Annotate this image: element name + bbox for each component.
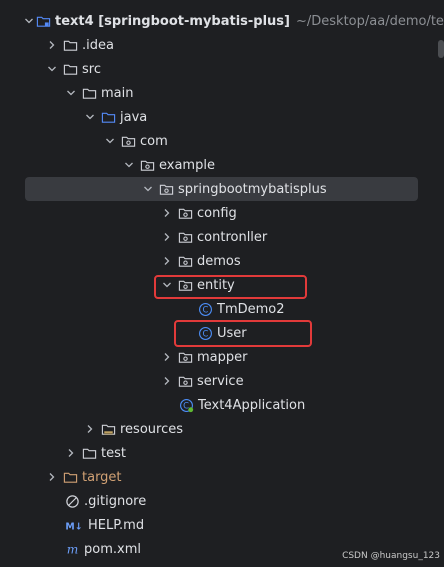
chevron-down-icon[interactable] <box>121 157 137 173</box>
tree-label: com <box>140 133 168 149</box>
tree-item-resources[interactable]: resources <box>0 417 444 441</box>
tree-item-text4application[interactable]: C Text4Application <box>0 393 444 417</box>
tree-label: springbootmybatisplus <box>178 181 327 197</box>
scrollbar-thumb[interactable] <box>438 40 444 58</box>
tree-label: contronller <box>197 229 268 245</box>
package-icon <box>177 229 193 245</box>
chevron-down-icon[interactable] <box>82 109 98 125</box>
tree-item-springbootmybatisplus[interactable]: springbootmybatisplus <box>0 177 444 201</box>
tree-item-idea[interactable]: .idea <box>0 33 444 57</box>
tree-label: target <box>82 469 122 485</box>
chevron-down-icon[interactable] <box>159 277 175 293</box>
tree-item-contronller[interactable]: contronller <box>0 225 444 249</box>
package-icon <box>177 349 193 365</box>
tree-item-com[interactable]: com <box>0 129 444 153</box>
markdown-icon: M↓ <box>64 517 84 533</box>
package-icon <box>158 181 174 197</box>
tree-item-project-root[interactable]: text4 [springboot-mybatis-plus] ~/Deskto… <box>0 9 444 33</box>
tree-item-target[interactable]: target <box>0 465 444 489</box>
tree-label: main <box>101 85 134 101</box>
project-name: text4 [springboot-mybatis-plus] <box>55 13 290 29</box>
module-folder-icon <box>36 13 51 29</box>
resources-folder-icon <box>100 421 116 437</box>
tree-label: Text4Application <box>198 397 306 413</box>
chevron-down-icon[interactable] <box>140 181 156 197</box>
spring-boot-app-icon: C <box>178 397 194 413</box>
tree-label: java <box>120 109 148 125</box>
tree-label: demos <box>197 253 241 269</box>
tree-label: pom.xml <box>84 541 141 557</box>
folder-icon <box>62 61 78 77</box>
folder-icon <box>81 445 97 461</box>
chevron-right-icon[interactable] <box>159 373 175 389</box>
tree-label: example <box>159 157 215 173</box>
tree-label: TmDemo2 <box>217 301 285 317</box>
tree-item-java[interactable]: java <box>0 105 444 129</box>
tree-item-user[interactable]: C User <box>0 321 444 345</box>
package-icon <box>177 277 193 293</box>
chevron-down-icon[interactable] <box>102 133 118 149</box>
package-icon <box>120 133 136 149</box>
folder-icon <box>81 85 97 101</box>
package-icon <box>139 157 155 173</box>
package-icon <box>177 205 193 221</box>
chevron-right-icon[interactable] <box>159 349 175 365</box>
svg-text:M↓: M↓ <box>65 521 82 532</box>
maven-icon: m <box>64 541 80 557</box>
java-class-icon: C <box>197 301 213 317</box>
chevron-right-icon[interactable] <box>159 205 175 221</box>
chevron-right-icon[interactable] <box>44 37 60 53</box>
tree-label: mapper <box>197 349 248 365</box>
chevron-down-icon[interactable] <box>24 13 34 29</box>
chevron-right-icon[interactable] <box>82 421 98 437</box>
chevron-right-icon[interactable] <box>44 469 60 485</box>
ignore-file-icon <box>64 493 80 509</box>
tree-item-help-md[interactable]: M↓ HELP.md <box>0 513 444 537</box>
tree-label: src <box>82 61 101 77</box>
package-icon <box>177 253 193 269</box>
package-icon <box>177 373 193 389</box>
tree-item-src[interactable]: src <box>0 57 444 81</box>
tree-label: config <box>197 205 237 221</box>
tree-item-config[interactable]: config <box>0 201 444 225</box>
svg-text:C: C <box>202 304 208 314</box>
tree-label: User <box>217 325 247 341</box>
tree-item-entity[interactable]: entity <box>0 273 444 297</box>
svg-text:C: C <box>183 400 189 410</box>
chevron-right-icon[interactable] <box>159 229 175 245</box>
tree-item-main[interactable]: main <box>0 81 444 105</box>
source-folder-icon <box>100 109 116 125</box>
chevron-down-icon[interactable] <box>63 85 79 101</box>
svg-text:C: C <box>202 328 208 338</box>
chevron-right-icon[interactable] <box>63 445 79 461</box>
tree-label: .idea <box>82 37 114 53</box>
tree-label: test <box>101 445 126 461</box>
watermark: CSDN @huangsu_123 <box>342 551 440 561</box>
tree-label: resources <box>120 421 184 437</box>
chevron-down-icon[interactable] <box>44 61 60 77</box>
tree-item-example[interactable]: example <box>0 153 444 177</box>
tree-item-demos[interactable]: demos <box>0 249 444 273</box>
tree-label: service <box>197 373 244 389</box>
tree-item-gitignore[interactable]: .gitignore <box>0 489 444 513</box>
tree-item-test[interactable]: test <box>0 441 444 465</box>
tree-label: entity <box>197 277 235 293</box>
svg-text:m: m <box>66 542 78 556</box>
tree-item-mapper[interactable]: mapper <box>0 345 444 369</box>
tree-item-service[interactable]: service <box>0 369 444 393</box>
tree-label: HELP.md <box>88 517 145 533</box>
tree-label: .gitignore <box>84 493 147 509</box>
java-class-icon: C <box>197 325 213 341</box>
chevron-right-icon[interactable] <box>159 253 175 269</box>
folder-icon <box>62 37 78 53</box>
project-path: ~/Desktop/aa/demo/text4 <box>296 13 444 29</box>
tree-item-tmdemo2[interactable]: C TmDemo2 <box>0 297 444 321</box>
excluded-folder-icon <box>62 469 78 485</box>
